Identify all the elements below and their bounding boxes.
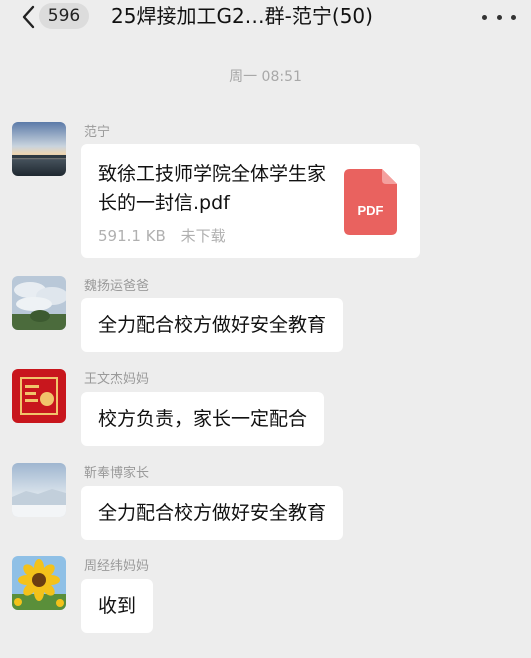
avatar[interactable] bbox=[12, 276, 66, 330]
avatar-image bbox=[12, 556, 66, 610]
file-name: 致徐工技师学院全体学生家长的一封信.pdf bbox=[98, 163, 327, 214]
more-dots-icon bbox=[482, 14, 487, 20]
pdf-label: PDF bbox=[357, 203, 384, 218]
file-status: 未下载 bbox=[180, 227, 226, 245]
sender-name: 范宁 bbox=[84, 125, 111, 140]
pdf-file-icon: PDF bbox=[344, 169, 397, 235]
avatar[interactable] bbox=[12, 122, 66, 176]
file-meta: 591.1 KB 未下载 bbox=[98, 225, 226, 246]
chat-header: 596 25焊接加工G2…群-范宁(50) bbox=[0, 0, 531, 36]
avatar-image bbox=[12, 463, 66, 517]
avatar-image bbox=[12, 122, 66, 176]
file-message-card[interactable]: 致徐工技师学院全体学生家长的一封信.pdf 591.1 KB 未下载 PDF bbox=[81, 144, 420, 258]
more-button[interactable] bbox=[482, 8, 516, 26]
avatar-image bbox=[12, 276, 66, 330]
sender-name: 魏扬运爸爸 bbox=[84, 279, 150, 294]
avatar-image bbox=[12, 369, 66, 423]
avatar[interactable] bbox=[12, 463, 66, 517]
file-size: 591.1 KB bbox=[98, 227, 166, 245]
avatar[interactable] bbox=[12, 369, 66, 423]
message-bubble[interactable]: 收到 bbox=[81, 579, 154, 633]
sender-name: 王文杰妈妈 bbox=[84, 372, 150, 387]
chat-title[interactable]: 25焊接加工G2…群-范宁(50) bbox=[111, 3, 441, 29]
sender-name: 周经纬妈妈 bbox=[84, 559, 150, 574]
sender-name: 靳奉博家长 bbox=[84, 466, 150, 481]
message-bubble[interactable]: 全力配合校方做好安全教育 bbox=[81, 298, 344, 352]
chevron-left-icon bbox=[22, 5, 35, 29]
message-bubble[interactable]: 校方负责，家长一定配合 bbox=[81, 392, 325, 446]
back-button[interactable] bbox=[14, 3, 42, 31]
avatar[interactable] bbox=[12, 556, 66, 610]
unread-count-badge[interactable]: 596 bbox=[39, 3, 89, 29]
message-timestamp: 周一 08:51 bbox=[229, 69, 302, 85]
message-bubble[interactable]: 全力配合校方做好安全教育 bbox=[81, 486, 344, 540]
